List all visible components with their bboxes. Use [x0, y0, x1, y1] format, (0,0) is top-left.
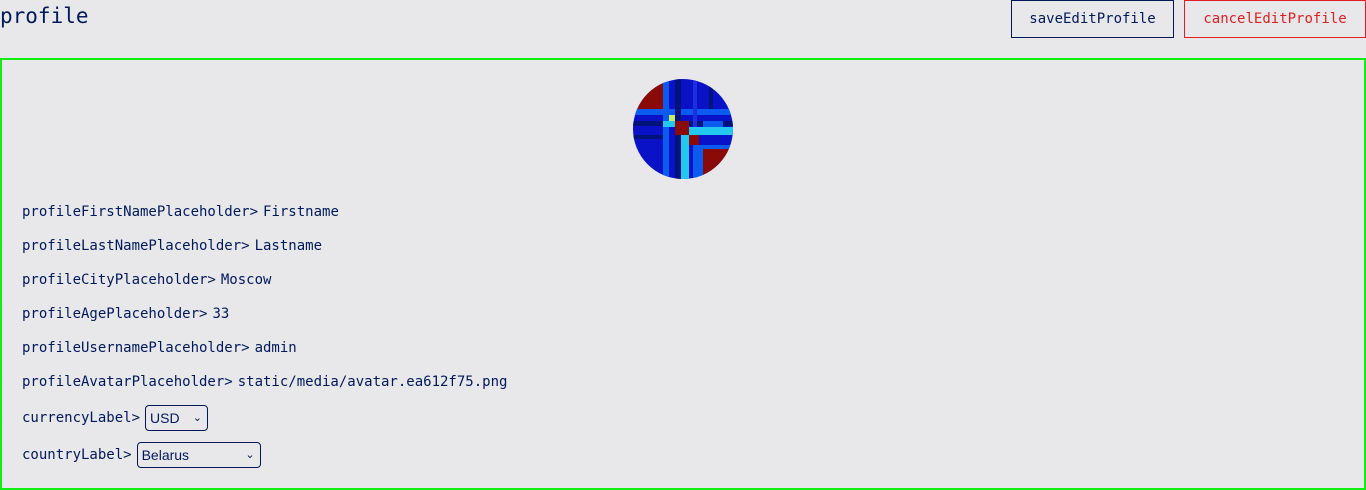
city-value: Moscow: [220, 272, 272, 288]
last-name-value: Lastname: [254, 238, 323, 254]
avatar: [633, 79, 733, 179]
country-label: countryLabel>: [22, 447, 132, 463]
age-label: profileAgePlaceholder>: [22, 306, 208, 322]
last-name-label: profileLastNamePlaceholder>: [22, 238, 250, 254]
username-label: profileUsernamePlaceholder>: [22, 340, 250, 356]
age-value: 33: [212, 306, 230, 322]
city-label: profileCityPlaceholder>: [22, 272, 216, 288]
avatar-path-row: profileAvatarPlaceholder> static/media/a…: [22, 373, 507, 391]
city-row: profileCityPlaceholder> Moscow: [22, 271, 271, 289]
username-row: profileUsernamePlaceholder> admin: [22, 339, 297, 357]
profile-card: profileFirstNamePlaceholder> Firstname p…: [0, 58, 1366, 490]
avatar-path-label: profileAvatarPlaceholder>: [22, 374, 233, 390]
page-title: profile: [0, 4, 89, 28]
username-value: admin: [254, 340, 297, 356]
currency-row: currencyLabel> USD ⌄: [22, 405, 209, 431]
country-row: countryLabel> Belarus ⌄: [22, 442, 261, 468]
age-row: profileAgePlaceholder> 33: [22, 305, 229, 323]
first-name-value: Firstname: [263, 204, 339, 220]
currency-select[interactable]: USD: [145, 405, 209, 431]
first-name-label: profileFirstNamePlaceholder>: [22, 204, 259, 220]
save-edit-profile-button[interactable]: saveEditProfile: [1011, 0, 1174, 38]
currency-label: currencyLabel>: [22, 410, 141, 426]
avatar-path-value: static/media/avatar.ea612f75.png: [237, 374, 508, 390]
avatar-icon: [633, 79, 733, 179]
cancel-edit-profile-button[interactable]: cancelEditProfile: [1184, 0, 1366, 38]
country-select[interactable]: Belarus: [136, 442, 261, 468]
last-name-row: profileLastNamePlaceholder> Lastname: [22, 237, 322, 255]
first-name-row: profileFirstNamePlaceholder> Firstname: [22, 203, 339, 221]
